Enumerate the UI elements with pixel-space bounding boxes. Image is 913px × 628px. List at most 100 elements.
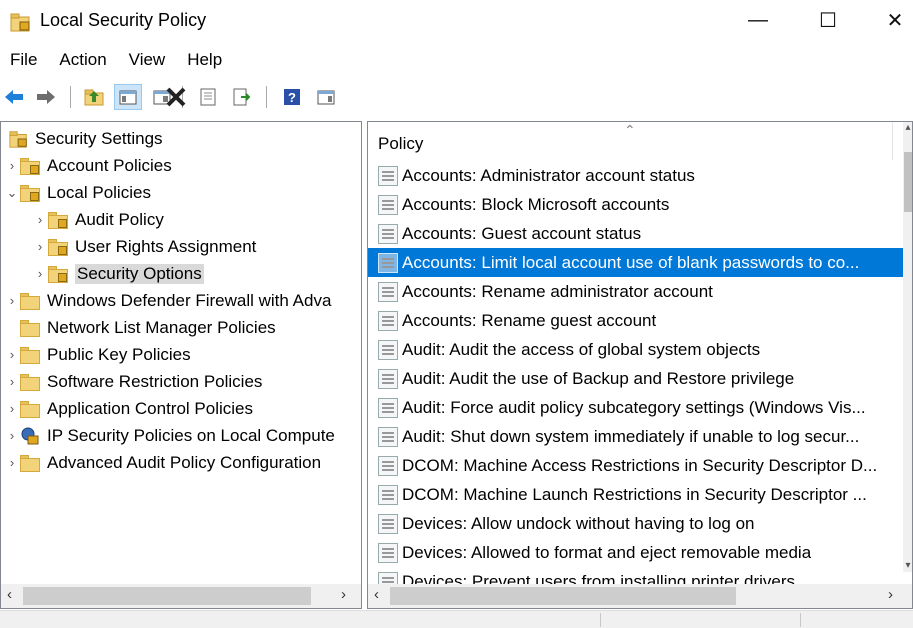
window-title: Local Security Policy [40,10,207,30]
export-list-icon[interactable] [228,84,256,110]
delete-icon[interactable] [162,84,190,110]
list-item[interactable]: Accounts: Administrator account status [368,161,903,190]
list-item[interactable]: Accounts: Block Microsoft accounts [368,190,903,219]
minimize-button[interactable]: — [735,0,781,40]
list-item[interactable]: Devices: Allow undock without having to … [368,509,903,538]
list-vertical-scrollbar[interactable]: ▴ ▾ [903,122,912,572]
tree-item-local-policies[interactable]: ⌄ Local Policies [5,179,151,206]
lock-folder-icon [19,184,41,202]
tree-item-windows-defender-firewall[interactable]: › Windows Defender Firewall with Adva [5,287,331,314]
back-icon[interactable] [0,84,28,110]
tree-item-application-control[interactable]: › Application Control Policies [5,395,253,422]
policy-icon [378,368,398,389]
tree-horizontal-scrollbar[interactable]: ‹ › [1,584,361,608]
list-item-selected[interactable]: Accounts: Limit local account use of bla… [368,248,903,277]
list-header: ⌃ Policy [368,122,898,162]
details-pane: ⌃ Policy Accounts: Administrator account… [367,121,913,609]
lock-folder-icon [19,157,41,175]
properties-icon[interactable] [194,84,222,110]
folder-icon [19,292,41,310]
expand-arrow-icon[interactable]: › [5,455,19,470]
show-hide-tree-icon[interactable] [114,84,142,110]
list-item[interactable]: Audit: Force audit policy subcategory se… [368,393,903,422]
collapse-arrow-icon[interactable]: ⌄ [5,185,19,201]
column-header-policy[interactable]: Policy [378,134,423,154]
menu-view[interactable]: View [119,46,178,74]
policy-icon [378,397,398,418]
list-item[interactable]: DCOM: Machine Launch Restrictions in Sec… [368,480,903,509]
list-item[interactable]: Audit: Shut down system immediately if u… [368,422,903,451]
expand-arrow-icon[interactable]: › [5,347,19,362]
scroll-right-icon[interactable]: › [341,586,346,603]
security-policy-app-icon [10,13,30,32]
close-button[interactable]: ✕ [872,0,913,40]
tree-item-user-rights-assignment[interactable]: › User Rights Assignment [33,233,256,260]
expand-arrow-icon[interactable]: › [5,374,19,389]
security-settings-icon [9,130,27,148]
status-divider [600,613,601,627]
scrollbar-thumb[interactable] [23,587,311,605]
menu-action[interactable]: Action [49,46,118,74]
lock-folder-icon [47,211,69,229]
policy-icon [378,455,398,476]
title-bar: Local Security Policy — ☐ ✕ [0,0,913,42]
expand-arrow-icon[interactable]: › [5,428,19,443]
tree-item-advanced-audit[interactable]: › Advanced Audit Policy Configuration [5,449,321,476]
ip-security-icon [21,427,39,444]
expand-arrow-icon[interactable]: › [5,293,19,308]
list-item[interactable]: Accounts: Rename guest account [368,306,903,335]
scroll-down-icon[interactable]: ▾ [903,560,912,571]
policy-icon [378,165,398,186]
policy-icon [378,252,398,273]
scroll-left-icon[interactable]: ‹ [7,586,12,603]
status-divider [800,613,801,627]
menu-help[interactable]: Help [177,46,234,74]
forward-icon[interactable] [32,84,60,110]
scroll-left-icon[interactable]: ‹ [374,586,379,603]
column-divider[interactable] [892,122,893,160]
expand-arrow-icon[interactable]: › [5,401,19,416]
policy-icon [378,542,398,563]
console-tree-pane: Security Settings › Account Policies ⌄ L… [0,121,362,609]
tree-item-account-policies[interactable]: › Account Policies [5,152,172,179]
tree-item-network-list-manager[interactable]: Network List Manager Policies [5,314,276,341]
policy-icon [378,484,398,505]
toolbar-separator [70,86,71,108]
list-item[interactable]: DCOM: Machine Access Restrictions in Sec… [368,451,903,480]
scroll-up-icon[interactable]: ▴ [903,122,912,133]
tree-item-ip-security[interactable]: › IP Security Policies on Local Compute [5,422,335,449]
scrollbar-thumb[interactable] [904,152,912,212]
tree-item-security-options[interactable]: › Security Options [33,260,204,287]
policy-icon [378,339,398,360]
menu-file[interactable]: File [0,46,49,74]
sort-ascending-icon: ⌃ [624,122,636,138]
tree-item-software-restriction[interactable]: › Software Restriction Policies [5,368,262,395]
show-hide-action-pane-icon[interactable] [312,84,340,110]
tree-item-security-settings[interactable]: Security Settings [9,125,163,152]
list-item[interactable]: Audit: Audit the use of Backup and Resto… [368,364,903,393]
list-horizontal-scrollbar[interactable]: ‹ › [368,584,912,608]
expand-arrow-icon[interactable]: › [33,239,47,254]
folder-icon [19,346,41,364]
folder-icon [19,319,41,337]
help-icon[interactable]: ? [278,84,306,110]
policy-icon [378,281,398,302]
svg-text:?: ? [288,90,296,105]
list-item[interactable]: Accounts: Guest account status [368,219,903,248]
folder-icon [19,400,41,418]
tree-item-public-key-policies[interactable]: › Public Key Policies [5,341,191,368]
list-item[interactable]: Audit: Audit the access of global system… [368,335,903,364]
toolbar: ? [0,80,913,114]
up-folder-icon[interactable] [80,84,108,110]
list-item[interactable]: Devices: Allowed to format and eject rem… [368,538,903,567]
maximize-button[interactable]: ☐ [805,0,851,40]
expand-arrow-icon[interactable]: › [5,158,19,173]
list-item[interactable]: Accounts: Rename administrator account [368,277,903,306]
expand-arrow-icon[interactable]: › [33,266,47,281]
policy-icon [378,223,398,244]
expand-arrow-icon[interactable]: › [33,212,47,227]
scrollbar-thumb[interactable] [390,587,736,605]
scroll-right-icon[interactable]: › [888,586,893,603]
tree-item-audit-policy[interactable]: › Audit Policy [33,206,164,233]
folder-icon [19,373,41,391]
